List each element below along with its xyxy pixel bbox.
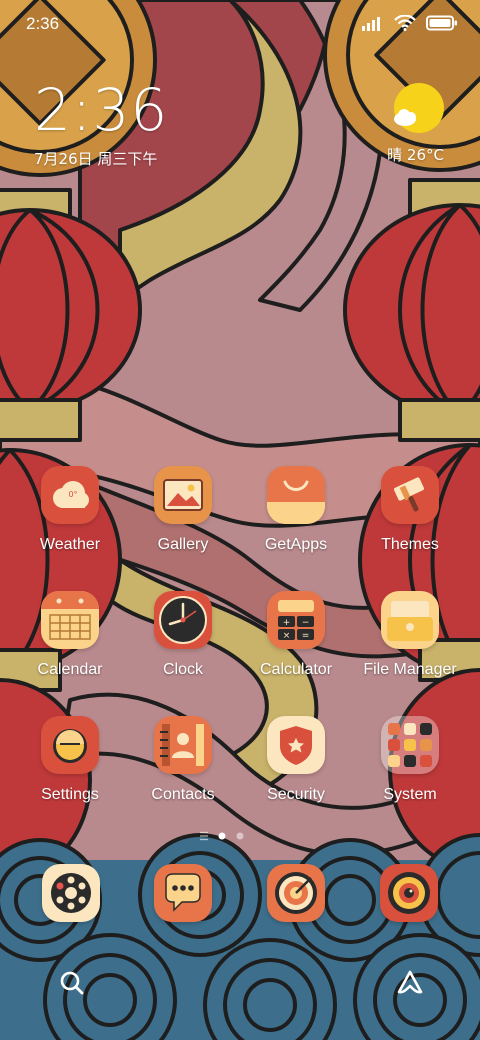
svg-text:0°: 0° (68, 490, 77, 499)
search-button[interactable] (55, 966, 89, 1000)
themes-icon (381, 466, 439, 524)
status-icons (362, 15, 458, 31)
settings-icon (41, 716, 99, 774)
app-getapps[interactable]: GetApps (246, 466, 346, 566)
signal-icon (362, 17, 380, 31)
gallery-icon (154, 466, 212, 524)
app-label: GetApps (264, 536, 328, 553)
app-calendar[interactable]: Calendar (20, 591, 120, 691)
app-settings[interactable]: Settings (20, 716, 120, 816)
battery-icon (426, 15, 457, 31)
security-icon (267, 716, 325, 774)
app-clock[interactable]: Clock (133, 591, 233, 691)
app-label: Clock (162, 661, 203, 678)
page-dot-active (218, 832, 226, 840)
app-security[interactable]: Security (246, 716, 346, 816)
app-label: Weather (39, 536, 101, 553)
app-gallery[interactable]: Gallery (133, 466, 233, 566)
wifi-icon (394, 15, 416, 31)
page-indicator[interactable] (200, 830, 280, 842)
svg-text:+: + (283, 618, 291, 628)
app-contacts[interactable]: Contacts (133, 716, 233, 816)
calculator-icon: + − × = (267, 591, 325, 649)
system-folder-icon (381, 716, 439, 774)
status-bar: 2:36 (0, 0, 480, 50)
dock-camera[interactable] (380, 864, 438, 922)
sun-cloud-icon (394, 83, 444, 133)
dock-messages[interactable] (154, 864, 212, 922)
app-themes[interactable]: Themes (360, 466, 460, 566)
clock-icon (154, 591, 212, 649)
app-label: Settings (41, 786, 99, 803)
dock-phone[interactable] (42, 864, 100, 922)
app-label: Contacts (151, 786, 215, 803)
contacts-icon (154, 716, 212, 774)
messages-icon (165, 873, 201, 912)
app-weather[interactable]: 0° Weather (20, 466, 120, 566)
calendar-icon (41, 591, 99, 649)
phone-icon (51, 873, 91, 913)
app-calculator[interactable]: + − × = Calculator (246, 591, 346, 691)
dock-browser[interactable] (267, 864, 325, 922)
widget-date: 7月26日 周三下午 (34, 150, 158, 168)
svg-text:×: × (283, 631, 291, 641)
page-dot (236, 832, 244, 840)
camera-icon (388, 872, 430, 914)
weather-icon: 0° (41, 466, 99, 524)
status-time: 2:36 (26, 14, 60, 33)
clock-widget[interactable]: 2:36 7月26日 周三下午 (34, 78, 168, 169)
weather-condition: 晴 26°C (387, 146, 444, 164)
app-label: System (383, 786, 437, 803)
app-file-manager[interactable]: File Manager (360, 591, 460, 691)
weather-widget[interactable]: 晴 26°C (374, 82, 444, 172)
app-label: Security (267, 786, 325, 803)
svg-text:=: = (302, 631, 310, 641)
search-icon (60, 971, 84, 995)
app-label: Calendar (37, 661, 103, 678)
page-indicator-list-icon (200, 831, 208, 841)
getapps-icon (267, 466, 325, 524)
app-label: Calculator (259, 661, 333, 678)
app-label: Gallery (157, 536, 209, 553)
app-system-folder[interactable]: System (360, 716, 460, 816)
app-label: File Manager (363, 661, 457, 678)
svg-text:−: − (302, 618, 310, 628)
assistant-button[interactable] (393, 966, 427, 1000)
file-manager-icon (381, 591, 439, 649)
browser-icon (275, 872, 317, 914)
app-label: Themes (381, 536, 439, 553)
widget-time: 2:36 (34, 76, 169, 144)
assistant-icon (397, 970, 423, 994)
